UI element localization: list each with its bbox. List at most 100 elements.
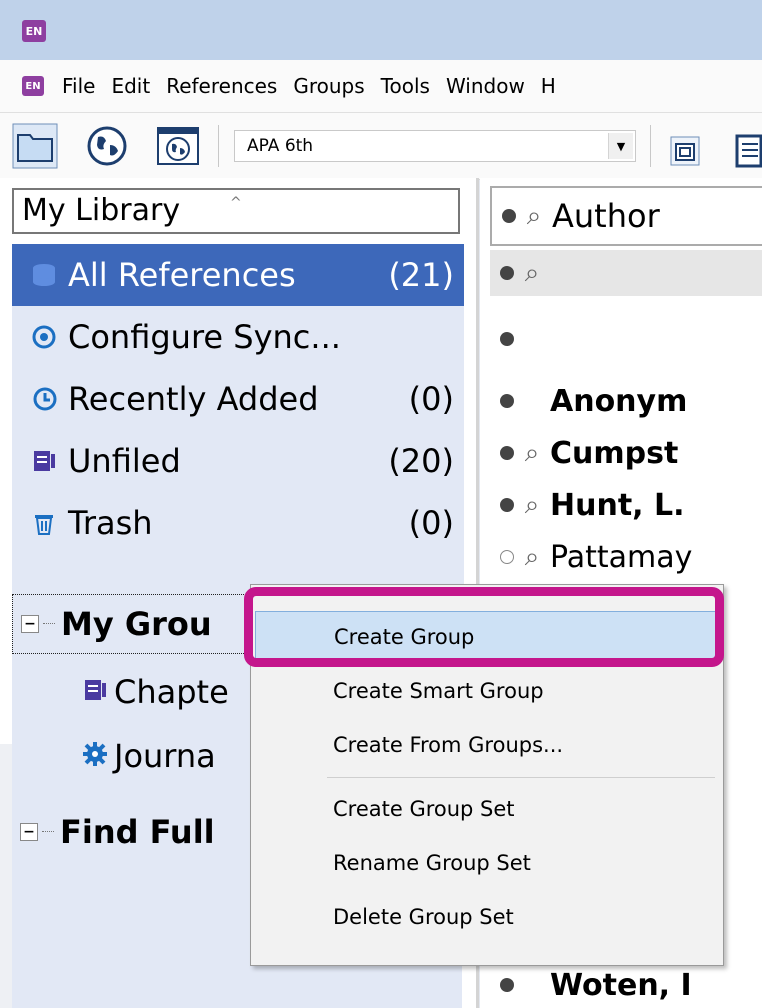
reference-row[interactable]: Woten, I: [490, 962, 762, 1008]
endnote-icon: EN: [22, 76, 44, 96]
history-icon: [26, 383, 62, 415]
menu-item-create-smart-group[interactable]: Create Smart Group: [255, 665, 719, 717]
copy-icon: [670, 136, 700, 166]
attachment-icon: ⌕: [524, 541, 540, 572]
menu-separator: [327, 777, 715, 778]
author-cell: Cumpst: [550, 435, 679, 471]
app-icon: EN: [22, 20, 46, 42]
reference-row[interactable]: Anonym: [490, 378, 762, 424]
menu-item-label: Rename Group Set: [333, 851, 531, 875]
reference-row[interactable]: ⌕ Pattamay: [490, 534, 762, 580]
dropdown-arrow-icon[interactable]: ▼: [608, 133, 633, 159]
menu-help[interactable]: H: [533, 74, 564, 98]
menu-bar: EN File Edit References Groups Tools Win…: [0, 60, 762, 112]
toolbar-separator: [650, 125, 651, 167]
menu-item-label: Create Group Set: [333, 797, 515, 821]
online-search-button[interactable]: [84, 123, 130, 169]
menu-item-rename-group-set[interactable]: Rename Group Set: [255, 837, 719, 889]
menu-item-create-group-set[interactable]: Create Group Set: [255, 783, 719, 835]
globe-icon: [87, 126, 127, 166]
group-item-journal[interactable]: Journa: [82, 726, 216, 786]
copy-formatted-button[interactable]: [668, 134, 702, 168]
integrated-library-button[interactable]: [155, 123, 201, 169]
menu-item-label: Create From Groups...: [333, 733, 564, 757]
local-library-button[interactable]: [12, 123, 58, 169]
library-item-trash[interactable]: Trash (0): [12, 492, 464, 554]
menu-item-delete-group-set[interactable]: Delete Group Set: [255, 891, 719, 943]
read-status-icon: [500, 332, 514, 346]
library-title: My Library: [22, 193, 181, 228]
library-list: All References (21) Configure Sync... Re…: [12, 244, 464, 596]
smart-group-gear-icon: [82, 737, 108, 775]
collapse-icon[interactable]: −: [20, 823, 38, 841]
menu-references[interactable]: References: [158, 74, 285, 98]
author-cell: Anonym: [550, 383, 688, 419]
library-item-label: Trash: [68, 504, 153, 542]
menu-file[interactable]: File: [54, 74, 103, 98]
library-header[interactable]: My Library ^: [12, 188, 460, 234]
library-item-label: Configure Sync...: [68, 318, 341, 356]
library-item-all-references[interactable]: All References (21): [12, 244, 464, 306]
toolbar-separator: [218, 125, 219, 167]
document-icon: [735, 134, 762, 168]
author-cell: Pattamay: [550, 539, 693, 575]
reference-row[interactable]: ⌕ Hunt, L.: [490, 482, 762, 528]
menu-window[interactable]: Window: [438, 74, 533, 98]
read-status-icon: [500, 446, 514, 460]
reference-row[interactable]: [490, 316, 762, 362]
document-button[interactable]: [734, 132, 762, 170]
sort-caret-icon: ^: [230, 195, 242, 211]
title-bar: EN: [0, 0, 762, 60]
library-item-label: Unfiled: [68, 442, 181, 480]
unread-status-icon: [500, 550, 514, 564]
attachment-icon: ⌕: [524, 437, 540, 468]
author-cell: Woten, I: [550, 967, 692, 1003]
collapse-icon[interactable]: −: [21, 615, 39, 633]
unfiled-icon: [26, 445, 62, 477]
reference-row[interactable]: ⌕: [490, 250, 762, 296]
menu-item-create-from-groups[interactable]: Create From Groups...: [255, 719, 719, 771]
output-style-select[interactable]: APA 6th ▼: [234, 130, 636, 162]
menu-groups[interactable]: Groups: [285, 74, 372, 98]
library-item-count: (0): [408, 380, 454, 418]
library-item-count: (0): [408, 504, 454, 542]
output-style-value: APA 6th: [247, 136, 314, 156]
folder-icon: [12, 123, 58, 169]
author-cell: Hunt, L.: [550, 487, 685, 523]
library-item-count: (21): [388, 256, 454, 294]
read-status-icon: [500, 266, 514, 280]
globe-window-icon: [157, 127, 199, 165]
author-column-label: Author: [552, 197, 660, 235]
tree-connector: [43, 623, 55, 625]
annotation-highlight: [244, 587, 724, 667]
panel-edge: [0, 744, 12, 1008]
library-item-count: (20): [388, 442, 454, 480]
group-icon: [82, 673, 108, 711]
attachment-icon: ⌕: [524, 257, 540, 288]
group-label: Chapte: [114, 673, 229, 711]
group-label: Journa: [114, 737, 216, 775]
read-status-icon: [502, 209, 516, 223]
column-header[interactable]: ⌕ Author: [490, 186, 762, 246]
library-item-configure-sync[interactable]: Configure Sync...: [12, 306, 464, 368]
library-item-label: Recently Added: [68, 380, 319, 418]
read-status-icon: [500, 394, 514, 408]
library-item-label: All References: [68, 256, 296, 294]
read-status-icon: [500, 498, 514, 512]
group-set-label: My Grou: [61, 605, 212, 643]
sync-icon: [26, 321, 62, 353]
menu-item-label: Create Smart Group: [333, 679, 544, 703]
attachment-icon: ⌕: [524, 489, 540, 520]
group-set-label: Find Full: [60, 813, 215, 851]
group-set-find-full-text[interactable]: − Find Full: [12, 802, 215, 862]
menu-edit[interactable]: Edit: [103, 74, 158, 98]
database-icon: [26, 259, 62, 291]
tree-connector: [42, 831, 54, 833]
read-status-icon: [500, 978, 514, 992]
group-item-chapter[interactable]: Chapte: [82, 662, 229, 722]
library-item-unfiled[interactable]: Unfiled (20): [12, 430, 464, 492]
reference-row[interactable]: ⌕ Cumpst: [490, 430, 762, 476]
library-item-recently-added[interactable]: Recently Added (0): [12, 368, 464, 430]
menu-item-label: Delete Group Set: [333, 905, 514, 929]
menu-tools[interactable]: Tools: [373, 74, 438, 98]
